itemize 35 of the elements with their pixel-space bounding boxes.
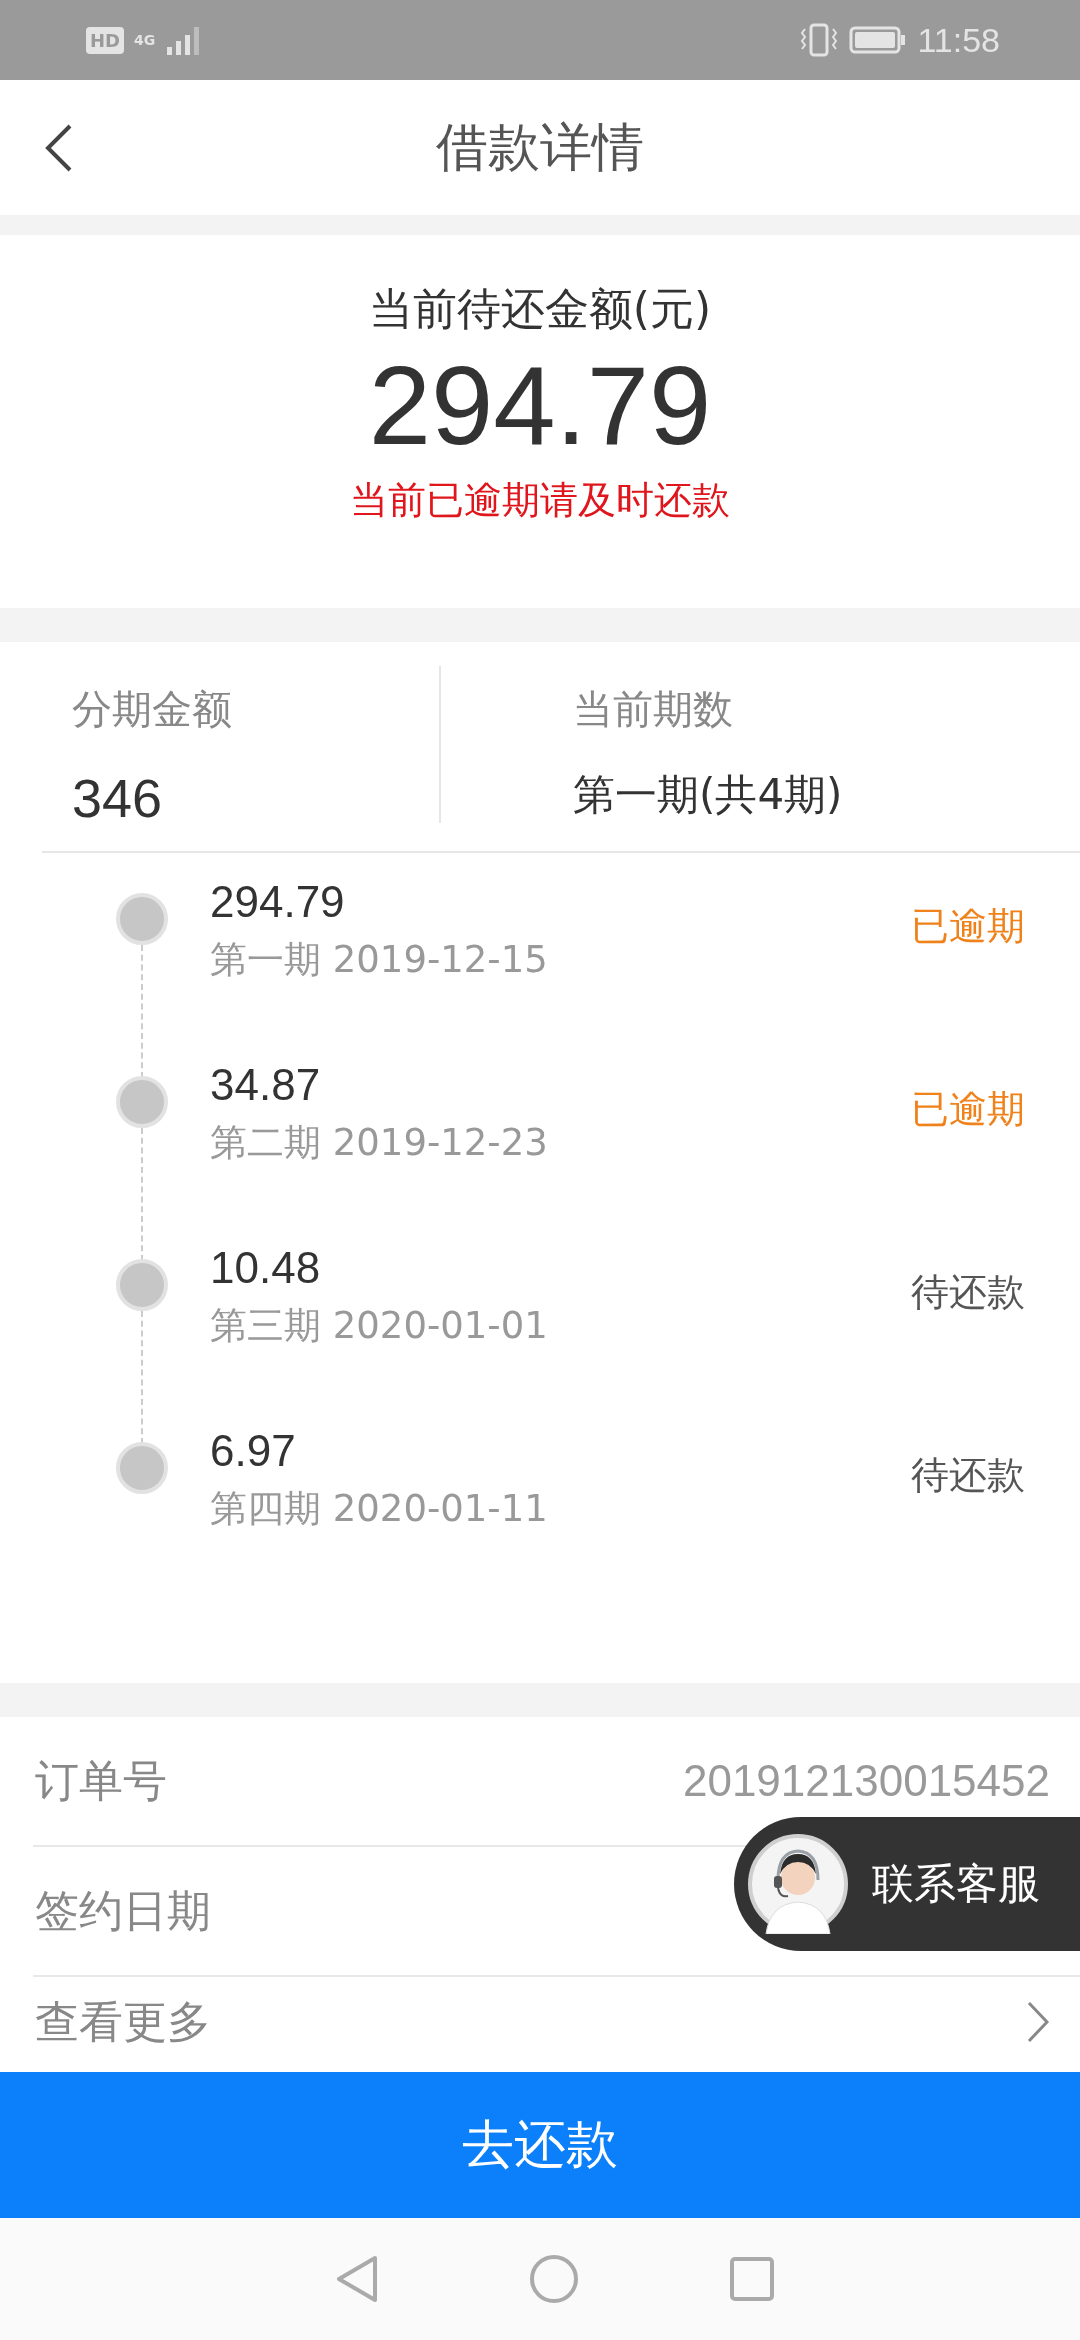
period-label: 当前期数 <box>573 685 734 734</box>
installment-status: 已逾期 <box>911 903 1025 950</box>
installment-due-date: 第二期 2019-12-23 <box>210 1120 549 1166</box>
detail-label: 签约日期 <box>35 1883 211 1938</box>
detail-label: 订单号 <box>35 1753 167 1808</box>
installment-due-date: 第三期 2020-01-01 <box>210 1303 549 1349</box>
customer-service-button[interactable]: 联系客服 <box>734 1817 1080 1951</box>
clock-time: 11:58 <box>917 20 1000 60</box>
installment-amount: 6.97 <box>210 1426 297 1476</box>
amount-due: 294.79 <box>368 342 712 470</box>
back-icon[interactable] <box>44 123 74 173</box>
amount-label: 当前待还金额(元) <box>368 282 712 336</box>
network-type: 4G <box>134 32 156 48</box>
chevron-right-icon[interactable] <box>1026 2000 1050 2044</box>
current-period: 第一期(共4期) <box>573 769 843 821</box>
battery-icon <box>849 26 908 54</box>
plan-amount: 346 <box>72 767 164 829</box>
installment-amount: 294.79 <box>210 877 346 927</box>
page-title: 借款详情 <box>436 115 644 179</box>
overdue-warning: 当前已逾期请及时还款 <box>350 477 730 525</box>
detail-label[interactable]: 查看更多 <box>35 1992 211 2052</box>
installment-due-date: 第四期 2020-01-11 <box>210 1486 549 1532</box>
installment-amount: 34.87 <box>210 1060 322 1110</box>
home-icon[interactable] <box>529 2254 579 2304</box>
vibrate-icon <box>799 23 840 57</box>
installment-status: 已逾期 <box>911 1086 1025 1133</box>
recent-apps-icon[interactable] <box>729 2256 775 2302</box>
installment-status: 待还款 <box>911 1452 1025 1499</box>
installment-due-date: 第一期 2019-12-15 <box>210 937 549 983</box>
installment-amount: 10.48 <box>210 1243 322 1293</box>
detail-value: 201912130015452 <box>682 1756 1050 1806</box>
hd-icon: HD <box>86 26 124 54</box>
installment-status: 待还款 <box>911 1269 1025 1316</box>
repay-button[interactable]: 去还款 <box>0 2072 1080 2218</box>
plan-amount-label: 分期金额 <box>72 685 233 734</box>
